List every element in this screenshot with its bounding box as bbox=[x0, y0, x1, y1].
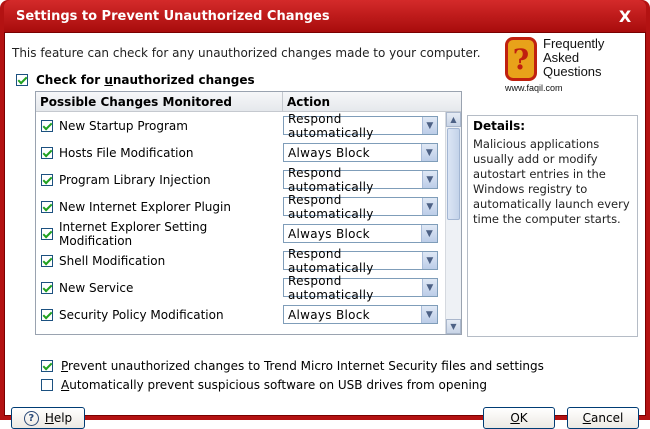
chevron-down-icon[interactable]: ▼ bbox=[421, 306, 437, 323]
close-button[interactable]: X bbox=[614, 5, 636, 27]
row-checkbox[interactable] bbox=[41, 227, 53, 240]
window-title: Settings to Prevent Unauthorized Changes bbox=[16, 8, 330, 24]
row-checkbox[interactable] bbox=[41, 308, 53, 321]
prevent-changes-option[interactable]: Prevent unauthorized changes to Trend Mi… bbox=[41, 359, 544, 373]
row-label: Hosts File Modification bbox=[59, 145, 194, 160]
check-unauthorized-changes[interactable]: Check for unauthorized changes bbox=[16, 73, 255, 87]
chevron-down-icon[interactable]: ▼ bbox=[422, 171, 437, 188]
row-checkbox[interactable] bbox=[41, 200, 53, 213]
help-icon: ? bbox=[23, 410, 39, 426]
action-dropdown[interactable]: Respond automatically ▼ bbox=[283, 274, 438, 302]
chevron-down-icon[interactable]: ▼ bbox=[422, 198, 437, 215]
cancel-button[interactable]: Cancel bbox=[567, 407, 639, 429]
column-header-changes[interactable]: Possible Changes Monitored bbox=[36, 92, 283, 111]
help-label: Help bbox=[44, 411, 73, 425]
table-row[interactable]: New Service Respond automatically ▼ bbox=[36, 274, 445, 302]
action-value: Respond automatically bbox=[288, 192, 374, 221]
check-unauthorized-changes-label: Check for unauthorized changes bbox=[36, 73, 255, 87]
action-value: Respond automatically bbox=[288, 246, 374, 275]
watermark-url: www.faqil.com bbox=[505, 83, 563, 93]
chevron-down-icon[interactable]: ▼ bbox=[421, 144, 437, 161]
table-row[interactable]: Security Policy Modification Always Bloc… bbox=[36, 301, 445, 328]
action-dropdown[interactable]: Always Block ▼ bbox=[283, 143, 438, 162]
action-value: Always Block bbox=[288, 226, 370, 241]
usb-protection-label: Automatically prevent suspicious softwar… bbox=[61, 378, 488, 392]
details-title: Details: bbox=[473, 119, 526, 133]
scrollbar-thumb[interactable] bbox=[447, 128, 460, 220]
row-checkbox[interactable] bbox=[41, 173, 53, 186]
intro-text: This feature can check for any unauthori… bbox=[12, 46, 481, 60]
row-checkbox[interactable] bbox=[41, 146, 53, 159]
prevent-changes-label: Prevent unauthorized changes to Trend Mi… bbox=[61, 359, 544, 373]
table-row[interactable]: Internet Explorer Setting Modification A… bbox=[36, 219, 445, 248]
cancel-label: Cancel bbox=[582, 411, 624, 425]
column-header-action[interactable]: Action bbox=[283, 92, 445, 111]
usb-protection-option[interactable]: Automatically prevent suspicious softwar… bbox=[41, 378, 487, 392]
check-unauthorized-changes-checkbox[interactable] bbox=[16, 74, 28, 86]
details-body: Malicious applications usually add or mo… bbox=[473, 137, 630, 226]
dialog-client: This feature can check for any unauthori… bbox=[4, 32, 646, 429]
question-mark-icon: ? bbox=[505, 37, 537, 81]
scroll-up-icon[interactable]: ▲ bbox=[446, 112, 461, 127]
row-label: New Startup Program bbox=[59, 118, 188, 133]
help-button[interactable]: ? Help bbox=[11, 407, 85, 429]
watermark-line: Questions bbox=[543, 64, 602, 79]
row-checkbox[interactable] bbox=[41, 254, 53, 267]
row-checkbox[interactable] bbox=[41, 281, 53, 294]
action-value: Respond automatically bbox=[288, 273, 374, 302]
watermark-text: Frequently Asked Questions bbox=[543, 37, 604, 79]
changes-table: Possible Changes Monitored Action New St… bbox=[35, 91, 462, 335]
row-label: Program Library Injection bbox=[59, 172, 211, 187]
row-label: New Internet Explorer Plugin bbox=[59, 199, 231, 214]
action-dropdown[interactable]: Respond automatically ▼ bbox=[283, 112, 438, 140]
details-panel: Details: Malicious applications usually … bbox=[467, 115, 638, 337]
ok-button[interactable]: OK bbox=[483, 407, 555, 429]
usb-protection-checkbox[interactable] bbox=[41, 379, 53, 391]
scroll-down-icon[interactable]: ▼ bbox=[446, 319, 461, 334]
row-checkbox[interactable] bbox=[41, 119, 53, 132]
chevron-down-icon[interactable]: ▼ bbox=[422, 252, 437, 269]
faq-watermark: ? Frequently Asked Questions www.faqil.c… bbox=[501, 35, 617, 97]
action-value: Respond automatically bbox=[288, 112, 374, 140]
title-bar[interactable]: Settings to Prevent Unauthorized Changes… bbox=[4, 0, 646, 32]
action-dropdown[interactable]: Always Block ▼ bbox=[283, 224, 438, 243]
settings-window: Settings to Prevent Unauthorized Changes… bbox=[0, 0, 650, 429]
table-row[interactable]: New Startup Program Respond automaticall… bbox=[36, 112, 445, 140]
row-label: New Service bbox=[59, 280, 134, 295]
table-row[interactable]: Program Library Injection Respond automa… bbox=[36, 166, 445, 194]
table-body: New Startup Program Respond automaticall… bbox=[36, 112, 445, 334]
watermark-line: Frequently bbox=[543, 36, 605, 51]
chevron-down-icon[interactable]: ▼ bbox=[422, 117, 437, 134]
table-row[interactable]: Shell Modification Respond automatically… bbox=[36, 247, 445, 275]
action-value: Respond automatically bbox=[288, 165, 374, 194]
prevent-changes-checkbox[interactable] bbox=[41, 360, 53, 372]
chevron-down-icon[interactable]: ▼ bbox=[421, 225, 437, 242]
row-label: Internet Explorer Setting Modification bbox=[59, 219, 208, 248]
table-row[interactable]: New Internet Explorer Plugin Respond aut… bbox=[36, 193, 445, 221]
action-dropdown[interactable]: Always Block ▼ bbox=[283, 305, 438, 324]
action-value: Always Block bbox=[288, 307, 370, 322]
table-header: Possible Changes Monitored Action bbox=[36, 92, 461, 112]
action-dropdown[interactable]: Respond automatically ▼ bbox=[283, 166, 438, 194]
table-row[interactable]: Hosts File Modification Always Block ▼ bbox=[36, 139, 445, 166]
row-label: Shell Modification bbox=[59, 253, 166, 268]
chevron-down-icon[interactable]: ▼ bbox=[422, 279, 437, 296]
action-dropdown[interactable]: Respond automatically ▼ bbox=[283, 193, 438, 221]
watermark-line: Asked bbox=[543, 50, 580, 65]
action-value: Always Block bbox=[288, 145, 370, 160]
table-scrollbar[interactable]: ▲ ▼ bbox=[445, 112, 461, 334]
row-label: Security Policy Modification bbox=[59, 307, 224, 322]
action-dropdown[interactable]: Respond automatically ▼ bbox=[283, 247, 438, 275]
ok-label: OK bbox=[510, 411, 528, 425]
